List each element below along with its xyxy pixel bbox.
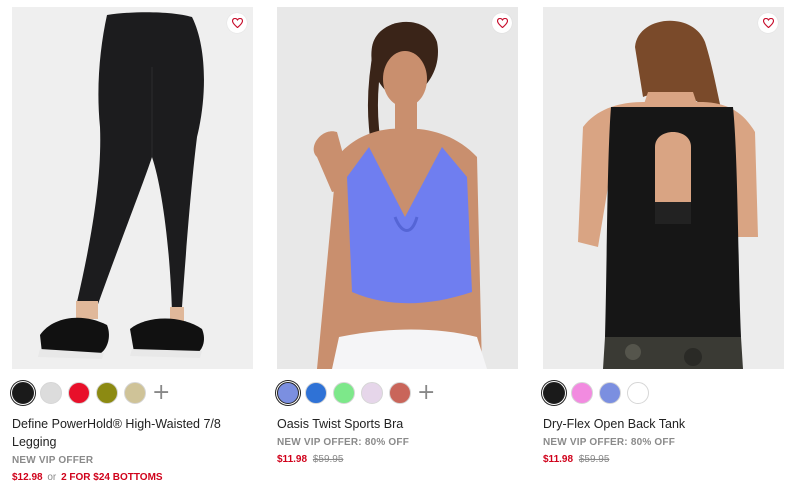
product-name[interactable]: Oasis Twist Sports Bra [277, 415, 518, 433]
favorite-button[interactable] [227, 13, 247, 33]
color-swatch[interactable] [305, 382, 327, 404]
heart-icon [496, 18, 508, 28]
sale-price: $12.98 [12, 472, 43, 483]
price-row: $11.98 $59.95 [277, 453, 518, 467]
color-swatch[interactable] [96, 382, 118, 404]
product-image[interactable] [543, 7, 784, 369]
product-name[interactable]: Define PowerHold® High-Waisted 7/8 Leggi… [12, 415, 253, 451]
color-swatch[interactable] [12, 382, 34, 404]
product-card[interactable]: + Oasis Twist Sports Bra NEW VIP OFFER: … [277, 7, 518, 467]
price-row: $11.98 $59.95 [543, 453, 784, 467]
color-swatch[interactable] [389, 382, 411, 404]
price-row: $12.98 or 2 FOR $24 BOTTOMS [12, 471, 253, 483]
color-swatch[interactable] [571, 382, 593, 404]
product-card[interactable]: Dry-Flex Open Back Tank NEW VIP OFFER: 8… [543, 7, 784, 467]
color-swatch[interactable] [543, 382, 565, 404]
product-image[interactable] [277, 7, 518, 369]
sale-price: $11.98 [277, 454, 308, 465]
color-swatch[interactable] [599, 382, 621, 404]
color-swatch[interactable] [124, 382, 146, 404]
product-name[interactable]: Dry-Flex Open Back Tank [543, 415, 784, 433]
favorite-button[interactable] [492, 13, 512, 33]
product-grid: + Define PowerHold® High-Waisted 7/8 Leg… [0, 0, 796, 483]
color-swatches: + [12, 381, 253, 405]
color-swatch[interactable] [277, 382, 299, 404]
color-swatch[interactable] [333, 382, 355, 404]
product-image[interactable] [12, 7, 253, 369]
more-colors-button[interactable]: + [152, 382, 170, 404]
original-price: $59.95 [312, 454, 344, 465]
color-swatches: + [277, 381, 518, 405]
heart-icon [762, 18, 774, 28]
color-swatch[interactable] [627, 382, 649, 404]
sale-price: $11.98 [543, 454, 574, 465]
bundle-promo: 2 FOR $24 BOTTOMS [61, 472, 163, 483]
original-price: $59.95 [578, 454, 610, 465]
more-colors-button[interactable]: + [417, 382, 435, 404]
or-separator: or [47, 472, 57, 483]
vip-offer-label: NEW VIP OFFER: 80% OFF [277, 437, 410, 448]
heart-icon [231, 18, 243, 28]
color-swatch[interactable] [361, 382, 383, 404]
color-swatch[interactable] [40, 382, 62, 404]
product-card[interactable]: + Define PowerHold® High-Waisted 7/8 Leg… [12, 7, 253, 483]
color-swatches [543, 381, 784, 405]
color-swatch[interactable] [68, 382, 90, 404]
vip-offer-label: NEW VIP OFFER [12, 455, 94, 466]
favorite-button[interactable] [758, 13, 778, 33]
vip-offer-label: NEW VIP OFFER: 80% OFF [543, 437, 676, 448]
